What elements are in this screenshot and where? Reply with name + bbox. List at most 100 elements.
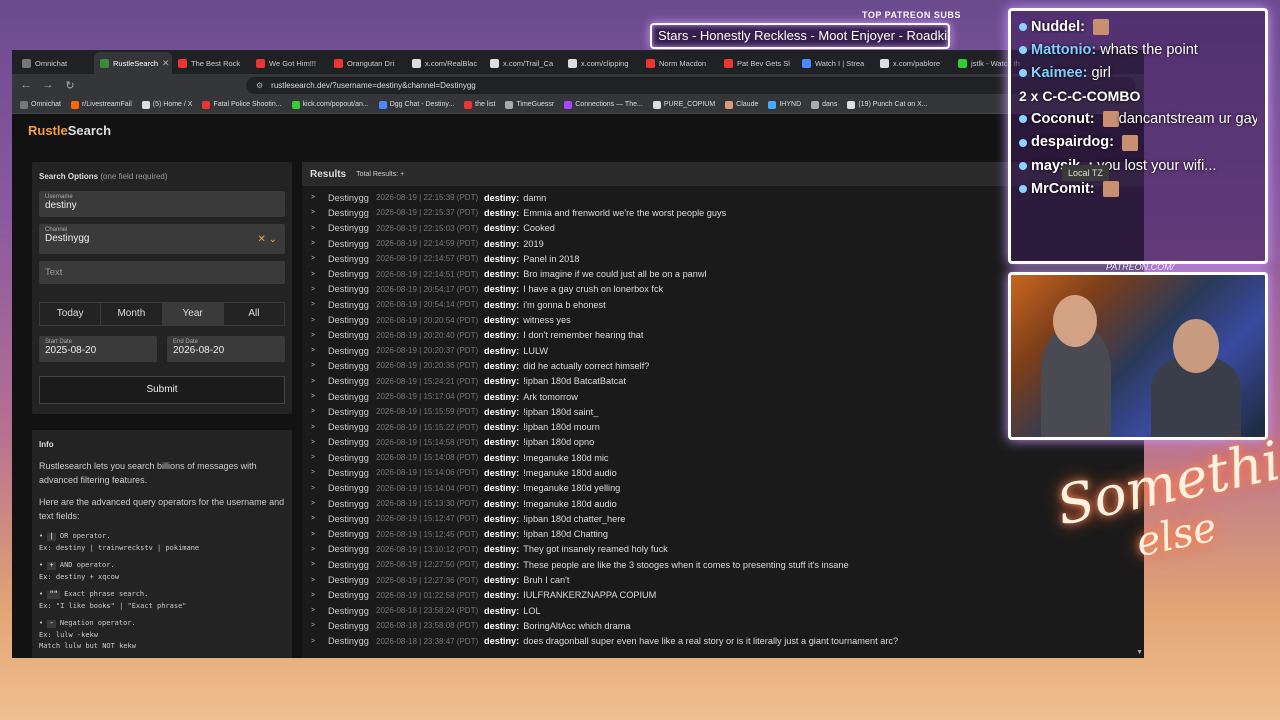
expand-icon[interactable]: > — [306, 378, 320, 385]
bookmark-item[interactable]: Connections — The... — [564, 100, 643, 109]
browser-tab[interactable]: x.com/Trail_Ca — [484, 52, 562, 74]
range-tab-year[interactable]: Year — [162, 303, 224, 325]
browser-tab[interactable]: Orangutan Dri — [328, 52, 406, 74]
expand-icon[interactable]: > — [306, 255, 320, 262]
forward-icon[interactable]: → — [42, 79, 54, 91]
range-tab-today[interactable]: Today — [40, 303, 102, 325]
back-icon[interactable]: ← — [20, 79, 32, 91]
range-tab-month[interactable]: Month — [101, 303, 163, 325]
operator-definition: • - Negation operator. — [39, 619, 136, 628]
expand-icon[interactable]: > — [306, 500, 320, 507]
bookmark-item[interactable]: the list — [464, 100, 495, 109]
expand-icon[interactable]: > — [306, 454, 320, 461]
expand-icon[interactable]: > — [306, 240, 320, 247]
end-date-field[interactable]: End Date 2026-08-20 — [167, 336, 285, 362]
result-row[interactable]: > Destinygg 2026-08-19 | 15:12:47 (PDT) des… — [302, 511, 1144, 526]
reload-icon[interactable]: ↻ — [64, 79, 76, 92]
logo-search[interactable]: Search — [68, 123, 111, 138]
bookmark-item[interactable]: dans — [811, 100, 837, 109]
expand-icon[interactable]: > — [306, 592, 320, 599]
browser-tab[interactable]: The Best Rock — [172, 52, 250, 74]
expand-icon[interactable]: > — [306, 469, 320, 476]
bookmark-item[interactable]: r/LivestreamFail — [70, 100, 132, 109]
results-count: Total Results: + — [356, 170, 405, 178]
expand-icon[interactable]: > — [306, 271, 320, 278]
result-message: I have a gay crush on lonerbox fck — [523, 284, 664, 295]
clear-icon[interactable]: ✕ — [257, 234, 265, 245]
expand-icon[interactable]: > — [306, 424, 320, 431]
expand-icon[interactable]: > — [306, 301, 320, 308]
chevron-down-icon[interactable]: ⌄ — [269, 234, 277, 245]
browser-tab[interactable]: Norm Macdon — [640, 52, 718, 74]
expand-icon[interactable]: > — [306, 607, 320, 614]
result-row[interactable]: > Destinygg 2026-08-19 | 15:14:04 (PDT) des… — [302, 481, 1144, 496]
start-date-field[interactable]: Start Date 2025-08-20 — [39, 336, 157, 362]
channel-field[interactable]: Channel Destinygg ✕ ⌄ — [39, 224, 285, 254]
result-timestamp: 2026-08-19 | 15:12:45 (PDT) — [376, 529, 479, 539]
expand-icon[interactable]: > — [306, 393, 320, 400]
expand-icon[interactable]: > — [306, 515, 320, 522]
text-field[interactable]: Text — [39, 261, 285, 284]
result-row[interactable]: > Destinygg 2026-08-19 | 15:14:06 (PDT) des… — [302, 465, 1144, 480]
result-row[interactable]: > Destinygg 2026-08-19 | 12:27:50 (PDT) des… — [302, 557, 1144, 572]
expand-icon[interactable]: > — [306, 439, 320, 446]
close-tab-icon[interactable]: ✕ — [162, 58, 170, 69]
result-row[interactable]: > Destinygg 2026-08-19 | 01:22:58 (PDT) des… — [302, 588, 1144, 603]
expand-icon[interactable]: > — [306, 561, 320, 568]
expand-icon[interactable]: > — [306, 362, 320, 369]
result-row[interactable]: > Destinygg 2026-08-18 | 23:38:47 (PDT) des… — [302, 634, 1144, 649]
browser-tab[interactable]: Watch I | Strea — [796, 52, 874, 74]
result-message: Bruh I can't — [523, 575, 570, 586]
expand-icon[interactable]: > — [306, 194, 320, 201]
expand-icon[interactable]: > — [306, 317, 320, 324]
result-row[interactable]: > Destinygg 2026-08-19 | 13:10:12 (PDT) des… — [302, 542, 1144, 557]
scroll-down-icon[interactable]: ▼ — [1136, 649, 1143, 656]
expand-icon[interactable]: > — [306, 485, 320, 492]
expand-icon[interactable]: > — [306, 638, 320, 645]
bookmark-item[interactable]: kick.com/popout/an... — [291, 100, 369, 109]
expand-icon[interactable]: > — [306, 408, 320, 415]
result-row[interactable]: > Destinygg 2026-08-19 | 15:13:30 (PDT) des… — [302, 496, 1144, 511]
result-row[interactable]: > Destinygg 2026-08-18 | 23:58:08 (PDT) des… — [302, 618, 1144, 633]
bookmark-item[interactable]: Omnichat — [20, 100, 61, 109]
expand-icon[interactable]: > — [306, 577, 320, 584]
expand-icon[interactable]: > — [306, 332, 320, 339]
expand-icon[interactable]: > — [306, 209, 320, 216]
bookmark-item[interactable]: PURE_COPIUM — [652, 100, 716, 109]
info-paragraph-2: Here are the advanced query operators fo… — [39, 497, 285, 521]
result-username: destiny: — [484, 345, 520, 356]
submit-button[interactable]: Submit — [39, 376, 285, 404]
bookmark-item[interactable]: TimeGuessr — [505, 100, 554, 109]
site-info-icon[interactable]: ⚙ — [256, 81, 263, 90]
bookmark-label: PURE_COPIUM — [663, 101, 716, 108]
result-row[interactable]: > Destinygg 2026-08-19 | 12:27:36 (PDT) des… — [302, 572, 1144, 587]
end-date-value: 2026-08-20 — [173, 345, 225, 356]
browser-tab[interactable]: x.com/pablore — [874, 52, 952, 74]
bookmark-item[interactable]: (5) Home / X — [141, 100, 192, 109]
result-row[interactable]: > Destinygg 2026-08-18 | 23:58:24 (PDT) des… — [302, 603, 1144, 618]
browser-tab[interactable]: Omnichat — [16, 52, 94, 74]
result-timestamp: 2026-08-19 | 12:27:36 (PDT) — [376, 575, 479, 585]
browser-tab[interactable]: RustleSearch ✕ — [94, 52, 172, 74]
browser-tab[interactable]: x.com/RealBlac — [406, 52, 484, 74]
url-input[interactable]: ⚙ rustlesearch.dev/?username=destiny&cha… — [246, 76, 1136, 94]
expand-icon[interactable]: > — [306, 531, 320, 538]
logo-rustle[interactable]: Rustle — [28, 123, 68, 138]
username-field[interactable]: Username destiny — [39, 191, 285, 217]
result-row[interactable]: > Destinygg 2026-08-19 | 15:14:08 (PDT) des… — [302, 450, 1144, 465]
expand-icon[interactable]: > — [306, 622, 320, 629]
bookmark-item[interactable]: (19) Punch Cat on X... — [847, 100, 928, 109]
expand-icon[interactable]: > — [306, 347, 320, 354]
bookmark-item[interactable]: Fatal Police Shootin... — [202, 100, 282, 109]
browser-tab[interactable]: We Got Him!!! — [250, 52, 328, 74]
expand-icon[interactable]: > — [306, 546, 320, 553]
browser-tab[interactable]: Pat Bev Gets Sl — [718, 52, 796, 74]
expand-icon[interactable]: > — [306, 225, 320, 232]
result-row[interactable]: > Destinygg 2026-08-19 | 15:12:45 (PDT) des… — [302, 527, 1144, 542]
expand-icon[interactable]: > — [306, 286, 320, 293]
browser-tab[interactable]: x.com/clipping — [562, 52, 640, 74]
range-tab-all[interactable]: All — [224, 303, 284, 325]
bookmark-item[interactable]: Dgg Chat - Destiny... — [378, 100, 454, 109]
bookmark-item[interactable]: Claude — [725, 100, 758, 109]
bookmark-item[interactable]: IHYND — [768, 100, 801, 109]
